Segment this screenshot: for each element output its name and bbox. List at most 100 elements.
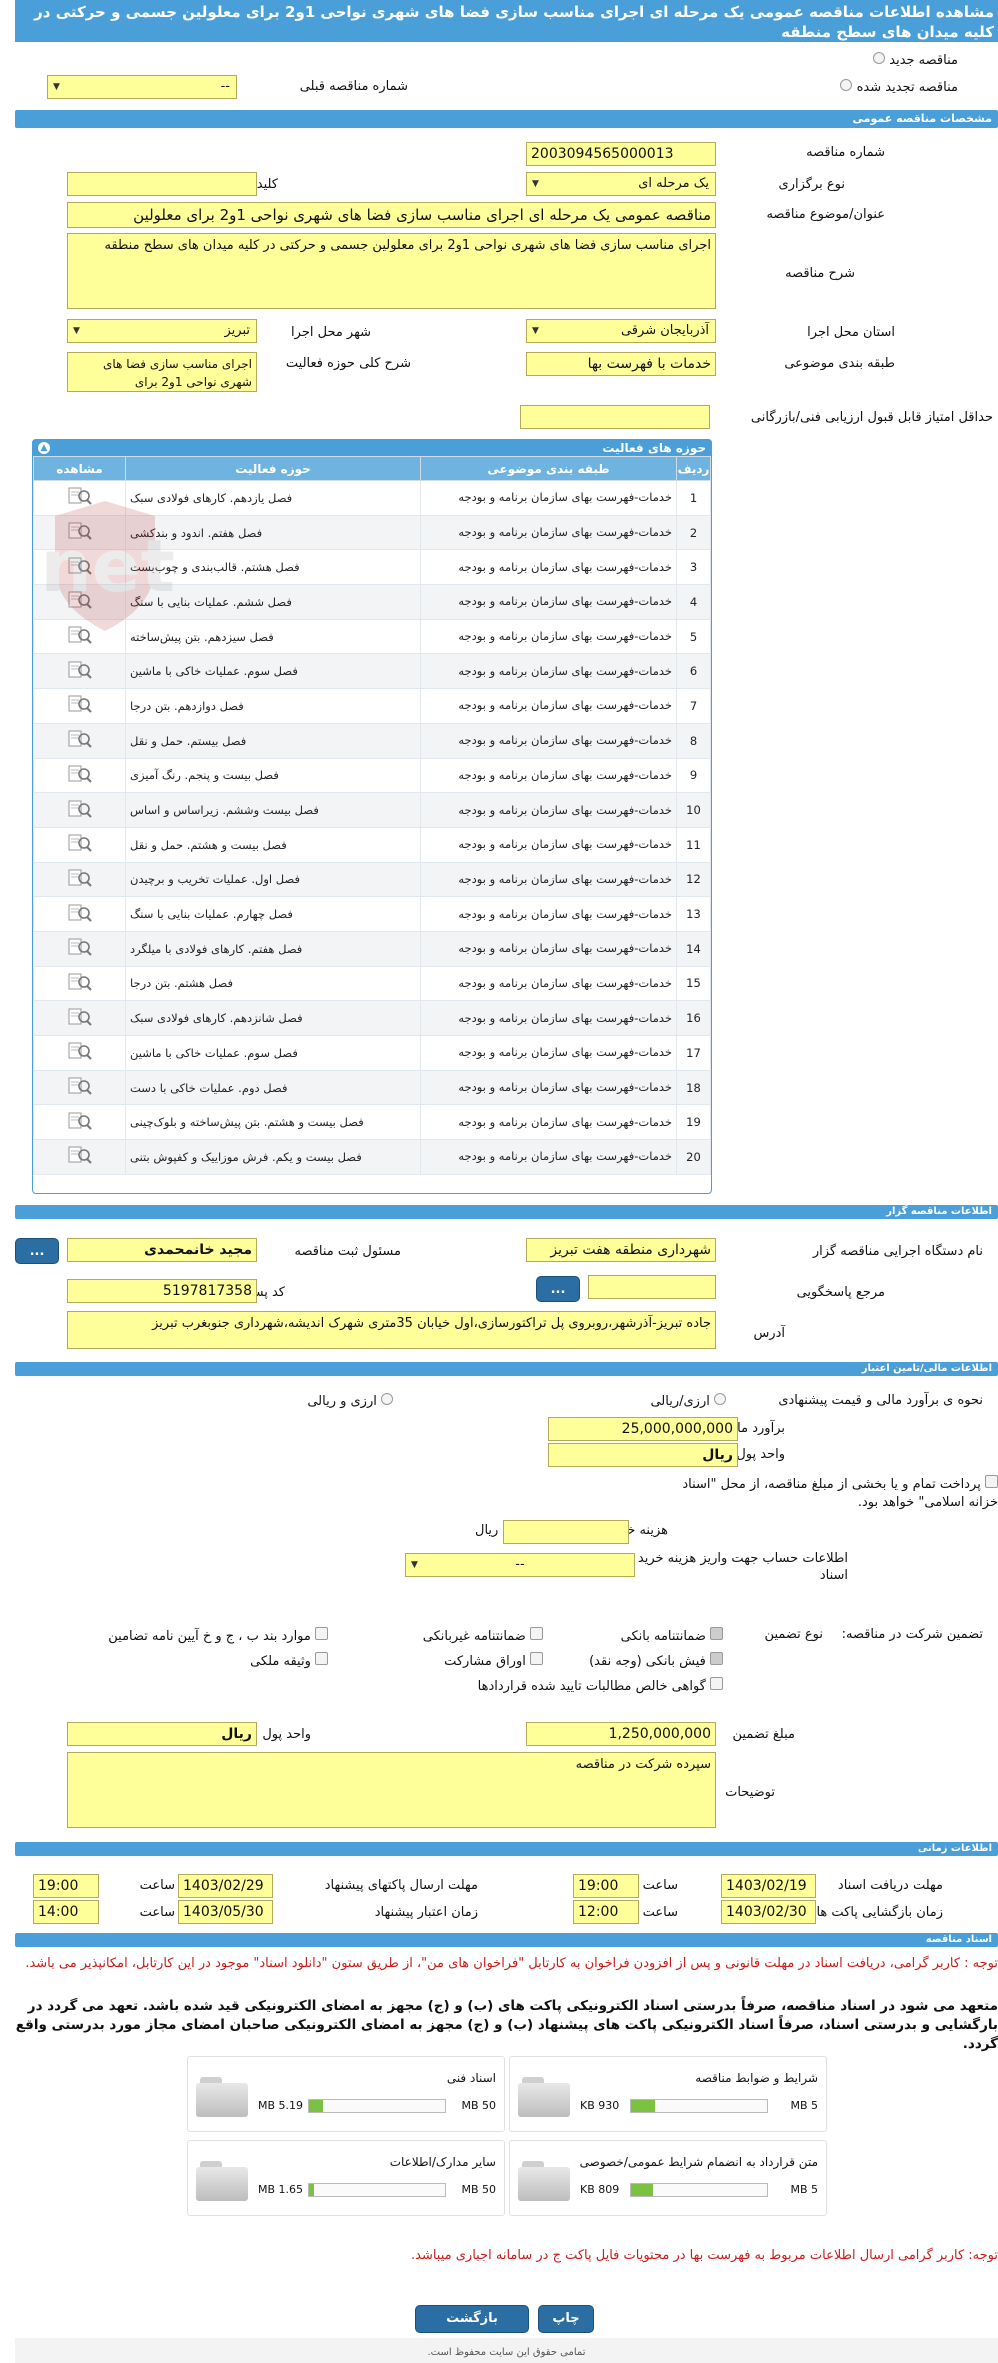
open-date-field[interactable]: 1403/02/30 bbox=[721, 1900, 816, 1924]
file-box-4[interactable]: سایر مدارک/اطلاعات 50 MB 1.65 MB bbox=[187, 2140, 505, 2216]
row-view[interactable] bbox=[33, 1035, 126, 1071]
ref-lookup-button[interactable]: ... bbox=[536, 1276, 580, 1302]
gtype-nonbank[interactable]: ضمانتنامه غیربانکی bbox=[423, 1627, 543, 1644]
magnifier-doc-icon[interactable] bbox=[67, 869, 93, 887]
radio-new-tender[interactable]: مناقصه جدید bbox=[873, 52, 958, 68]
magnifier-doc-icon[interactable] bbox=[67, 765, 93, 783]
province-select[interactable]: ▼ آذربایجان شرقی bbox=[526, 319, 716, 343]
row-view[interactable] bbox=[33, 965, 126, 1002]
magnifier-doc-icon[interactable] bbox=[67, 661, 93, 679]
radio-new-dot[interactable] bbox=[873, 52, 886, 64]
doc-cost-field[interactable] bbox=[503, 1520, 629, 1544]
radio-renewed-tender[interactable]: مناقصه تجدید شده bbox=[840, 79, 958, 95]
magnifier-doc-icon[interactable] bbox=[67, 695, 93, 714]
row-view[interactable] bbox=[33, 1069, 126, 1106]
category-field[interactable]: خدمات با فهرست بها bbox=[526, 352, 716, 376]
gtype-bonds-checkbox[interactable] bbox=[530, 1652, 543, 1665]
row-view[interactable] bbox=[33, 930, 126, 967]
gtype-property-checkbox[interactable] bbox=[315, 1652, 328, 1665]
account-select[interactable]: ▼ -- bbox=[405, 1553, 635, 1577]
g-notes-field[interactable]: سپرده شرکت در مناقصه bbox=[67, 1752, 716, 1828]
radio-both[interactable]: ارزی و ریالی bbox=[307, 1393, 393, 1409]
scope-field[interactable]: اجرای مناسب سازی فضا های شهری نواحی 1و2 … bbox=[67, 352, 257, 392]
gtype-property[interactable]: وثیقه ملکی bbox=[250, 1652, 328, 1669]
radio-rial[interactable]: ارزی/ریالی bbox=[650, 1393, 726, 1409]
row-view[interactable] bbox=[33, 722, 126, 759]
city-select[interactable]: ▼ تبریز bbox=[67, 319, 257, 343]
prev-number-select[interactable]: ▼ -- bbox=[47, 75, 237, 99]
keyword-field[interactable] bbox=[67, 172, 257, 196]
svg-text:AriaTender.net: AriaTender.net bbox=[45, 524, 175, 608]
row-view[interactable] bbox=[33, 653, 126, 690]
row-view[interactable] bbox=[33, 792, 126, 828]
magnifier-doc-icon[interactable] bbox=[67, 1008, 93, 1026]
type-select[interactable]: ▼ یک مرحله ای bbox=[526, 172, 716, 196]
magnifier-doc-icon[interactable] bbox=[67, 904, 93, 922]
g-unit-field[interactable]: ریال bbox=[67, 1722, 257, 1746]
valid-time-field[interactable]: 14:00 bbox=[33, 1900, 99, 1924]
table-row: 12 خدمات-فهرست بهای سازمان برنامه و بودجه… bbox=[33, 861, 711, 898]
gtype-regulation-checkbox[interactable] bbox=[315, 1627, 328, 1640]
magnifier-doc-icon[interactable] bbox=[67, 800, 93, 818]
row-view[interactable] bbox=[33, 1139, 126, 1175]
gtype-regulation[interactable]: موارد بند ب ، ج و خ آیین نامه تضامین bbox=[108, 1627, 328, 1644]
gtype-cash-checkbox[interactable] bbox=[710, 1652, 723, 1665]
send-time-field[interactable]: 19:00 bbox=[33, 1874, 99, 1898]
treasury-checkbox[interactable] bbox=[985, 1475, 998, 1488]
row-number: 2 bbox=[676, 514, 711, 551]
table-row: 9 خدمات-فهرست بهای سازمان برنامه و بودجه ف… bbox=[33, 757, 711, 794]
gtype-cash[interactable]: فیش بانکی (وجه نقد) bbox=[589, 1652, 723, 1669]
gtype-bonds[interactable]: اوراق مشارکت bbox=[444, 1652, 543, 1669]
row-number: 16 bbox=[676, 1000, 711, 1036]
gtype-nonbank-checkbox[interactable] bbox=[530, 1627, 543, 1640]
address-field[interactable]: جاده تبریز-آذرشهر،روبروی پل تراکتورسازی،… bbox=[67, 1311, 716, 1349]
g-amount-field[interactable]: 1,250,000,000 bbox=[526, 1722, 716, 1746]
file-box-1[interactable]: شرایط و ضوابط مناقصه 5 MB 930 KB bbox=[509, 2056, 827, 2132]
treasury-row[interactable]: پرداخت تمام و یا بخشی از مبلغ مناقصه، از… bbox=[678, 1475, 998, 1512]
print-button[interactable]: چاپ bbox=[538, 2305, 594, 2333]
magnifier-doc-icon[interactable] bbox=[67, 1146, 93, 1165]
row-view[interactable] bbox=[33, 826, 126, 863]
desc-field[interactable]: اجرای مناسب سازی فضا های شهری نواحی 1و2 … bbox=[67, 233, 716, 309]
resp-lookup-button[interactable]: ... bbox=[15, 1238, 59, 1264]
row-view[interactable] bbox=[33, 861, 126, 898]
magnifier-doc-icon[interactable] bbox=[67, 834, 93, 852]
magnifier-doc-icon[interactable] bbox=[67, 730, 93, 748]
open-time-field[interactable]: 12:00 bbox=[573, 1900, 639, 1924]
tender-number-field[interactable]: 2003094565000013 bbox=[526, 142, 716, 166]
magnifier-doc-icon[interactable] bbox=[67, 973, 93, 991]
file-box-3[interactable]: متن قرارداد به انضمام شرایط عمومی/خصوصی … bbox=[509, 2140, 827, 2216]
org-field[interactable]: شهرداری منطقه هفت تبریز bbox=[526, 1238, 716, 1262]
gtype-claims[interactable]: گواهی خالص مطالبات تایید شده قراردادها bbox=[478, 1677, 723, 1694]
radio-rial-label: ارزی/ریالی bbox=[650, 1394, 710, 1409]
radio-renew-dot[interactable] bbox=[840, 79, 853, 91]
subject-field[interactable]: مناقصه عمومی یک مرحله ای اجرای مناسب ساز… bbox=[67, 202, 716, 228]
send-date-field[interactable]: 1403/02/29 bbox=[178, 1874, 273, 1898]
ref-field[interactable] bbox=[588, 1275, 716, 1299]
radio-rial-dot[interactable] bbox=[714, 1393, 726, 1405]
receive-time-field[interactable]: 19:00 bbox=[573, 1874, 639, 1898]
radio-both-dot[interactable] bbox=[381, 1393, 393, 1405]
estimate-field[interactable]: 25,000,000,000 bbox=[548, 1417, 738, 1441]
row-view[interactable] bbox=[33, 688, 126, 724]
back-button[interactable]: بازگشت bbox=[415, 2305, 529, 2333]
magnifier-doc-icon[interactable] bbox=[67, 1042, 93, 1061]
resp-field[interactable]: مجید خانمحمدی bbox=[67, 1238, 257, 1262]
row-view[interactable] bbox=[33, 757, 126, 794]
file-box-2[interactable]: اسناد فنی 50 MB 5.19 MB bbox=[187, 2056, 505, 2132]
unit-field[interactable]: ریال bbox=[548, 1443, 738, 1467]
receive-date-field[interactable]: 1403/02/19 bbox=[721, 1874, 816, 1898]
collapse-icon[interactable]: ▲ bbox=[38, 442, 50, 454]
valid-date-field[interactable]: 1403/05/30 bbox=[178, 1900, 273, 1924]
magnifier-doc-icon[interactable] bbox=[67, 1077, 93, 1095]
magnifier-doc-icon[interactable] bbox=[67, 1112, 93, 1130]
row-view[interactable] bbox=[33, 1000, 126, 1036]
postal-field[interactable]: 5197817358 bbox=[67, 1279, 257, 1303]
row-view[interactable] bbox=[33, 1104, 126, 1141]
row-view[interactable] bbox=[33, 896, 126, 932]
gtype-bank[interactable]: ضمانتنامه بانکی bbox=[621, 1627, 723, 1644]
magnifier-doc-icon[interactable] bbox=[67, 938, 93, 956]
gtype-claims-checkbox[interactable] bbox=[710, 1677, 723, 1690]
gtype-bank-checkbox[interactable] bbox=[710, 1627, 723, 1640]
min-score-field[interactable] bbox=[520, 405, 710, 429]
